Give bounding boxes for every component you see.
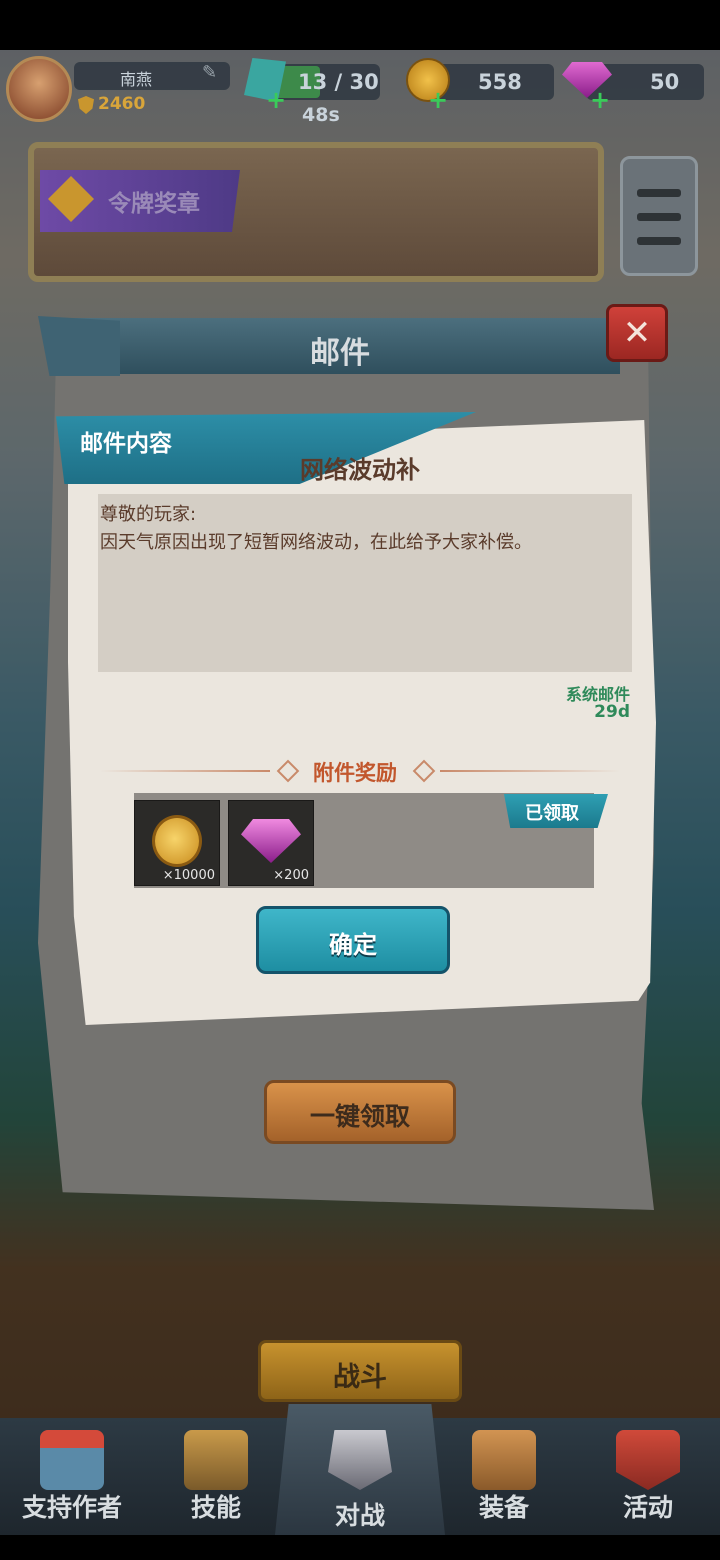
nav-label: 装备 xyxy=(478,1493,529,1522)
banner-tag-label: 令牌奖章 xyxy=(108,191,200,217)
add-energy-icon[interactable]: + xyxy=(266,86,286,114)
close-button[interactable]: ✕ xyxy=(606,304,668,362)
battle-label: 战斗 xyxy=(333,1362,387,1393)
shop-icon xyxy=(40,1430,104,1490)
close-icon: ✕ xyxy=(622,313,652,353)
nav-events[interactable]: 活动 xyxy=(576,1418,720,1535)
battle-icon xyxy=(328,1430,392,1490)
nav-label: 支持作者 xyxy=(21,1493,122,1522)
nav-battle[interactable]: 对战 xyxy=(288,1418,432,1535)
reward-item-gem[interactable]: ×200 xyxy=(228,800,314,886)
mail-panel-title: 邮件 xyxy=(310,336,370,371)
gem-icon xyxy=(241,819,301,863)
gem-count: 50 xyxy=(650,70,680,94)
mail-content-tab-label: 邮件内容 xyxy=(80,431,172,457)
edit-name-icon[interactable]: ✎ xyxy=(202,62,217,83)
nav-label: 技能 xyxy=(190,1493,241,1522)
battle-button[interactable]: 战斗 xyxy=(258,1340,462,1402)
claimed-label: 已领取 xyxy=(525,803,579,824)
coin-icon xyxy=(152,815,202,867)
skill-icon xyxy=(184,1430,248,1490)
reward-qty: ×200 xyxy=(273,868,309,883)
nav-label: 对战 xyxy=(334,1501,385,1530)
menu-icon xyxy=(637,189,681,197)
nav-skills[interactable]: 技能 xyxy=(144,1418,288,1535)
energy-timer: 48s xyxy=(302,104,340,126)
claim-all-button[interactable]: 一键领取 xyxy=(264,1080,456,1144)
confirm-label: 确定 xyxy=(329,931,377,959)
reward-qty: ×10000 xyxy=(162,868,215,883)
attachments-label: 附件奖励 xyxy=(313,761,397,785)
nav-support-author[interactable]: 支持作者 xyxy=(0,1418,144,1535)
nav-label: 活动 xyxy=(622,1493,673,1522)
energy-count: 13 / 30 xyxy=(298,70,379,94)
top-hud: 南燕 ✎ 2460 + 13 / 30 48s + 558 + 50 xyxy=(0,50,720,130)
add-gem-icon[interactable]: + xyxy=(590,86,610,114)
divider-right xyxy=(440,770,620,772)
mail-body-text: 因天气原因出现了短暂网络波动，在此给予大家补偿。 xyxy=(100,532,532,553)
confirm-button[interactable]: 确定 xyxy=(256,906,450,974)
nav-equipment[interactable]: 装备 xyxy=(432,1418,576,1535)
menu-button[interactable] xyxy=(620,156,698,276)
mail-greeting: 尊敬的玩家: xyxy=(100,504,197,525)
shield-icon xyxy=(78,96,94,114)
player-power: 2460 xyxy=(98,94,146,114)
coin-count: 558 xyxy=(478,70,522,94)
mail-expiry: 29d xyxy=(594,702,630,722)
claim-all-label: 一键领取 xyxy=(309,1102,410,1131)
player-name: 南燕 xyxy=(120,70,153,89)
reward-item-coin[interactable]: ×10000 xyxy=(134,800,220,886)
claimed-badge: 已领取 xyxy=(504,794,608,828)
mail-subject: 网络波动补 xyxy=(300,456,420,484)
backpack-icon xyxy=(472,1430,536,1490)
avatar[interactable] xyxy=(6,56,72,122)
add-coin-icon[interactable]: + xyxy=(428,86,448,114)
event-icon xyxy=(616,1430,680,1490)
divider-left xyxy=(100,770,270,772)
